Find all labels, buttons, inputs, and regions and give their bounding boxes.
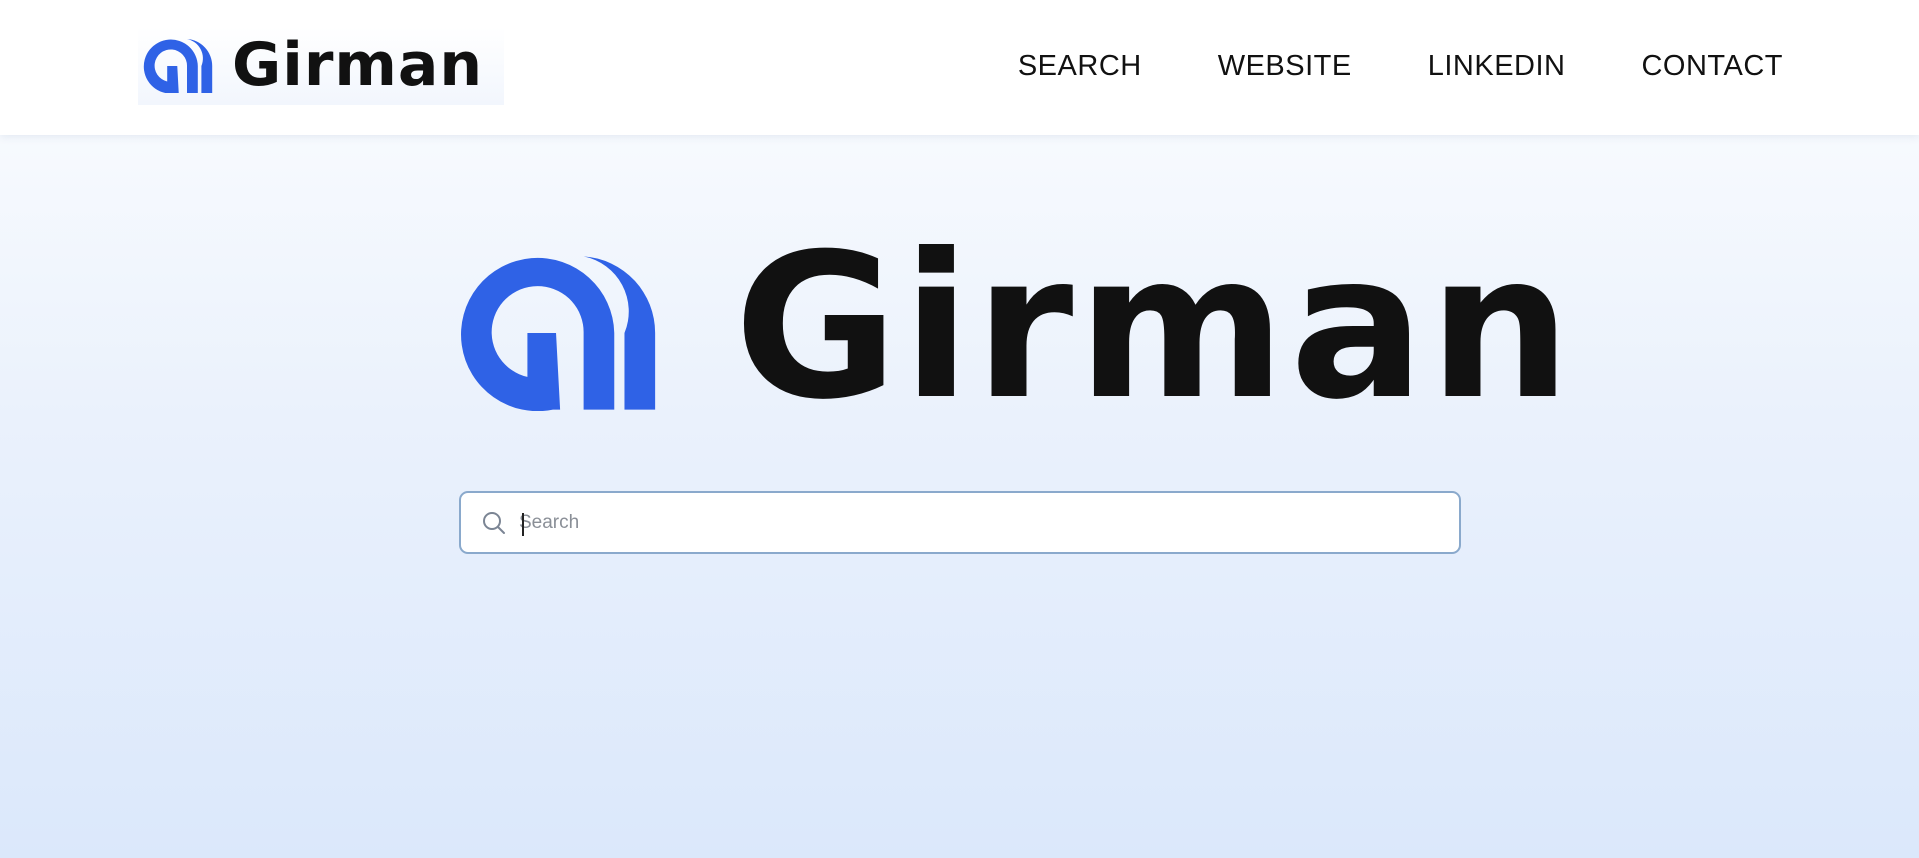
- nav-link-linkedin[interactable]: LINKEDIN: [1428, 46, 1566, 86]
- nav-link-search[interactable]: SEARCH: [1018, 46, 1142, 86]
- girman-mark-icon: [461, 255, 656, 411]
- search-bar[interactable]: [459, 491, 1461, 554]
- nav-logo-link[interactable]: Girman: [138, 27, 504, 105]
- hero-brand-name: Girman: [734, 210, 1576, 444]
- text-caret: [522, 513, 524, 536]
- nav-brand-name: Girman: [232, 30, 484, 100]
- girman-mark-icon: [143, 39, 213, 93]
- search-input[interactable]: [519, 502, 1439, 543]
- search-icon: [483, 511, 505, 534]
- nav-link-website[interactable]: WEBSITE: [1218, 46, 1352, 86]
- nav-link-contact[interactable]: CONTACT: [1641, 46, 1783, 86]
- nav-links: SEARCH WEBSITE LINKEDIN CONTACT: [1018, 46, 1783, 86]
- hero-logo: Girman: [461, 227, 1575, 427]
- top-navbar: Girman SEARCH WEBSITE LINKEDIN CONTACT: [0, 0, 1919, 135]
